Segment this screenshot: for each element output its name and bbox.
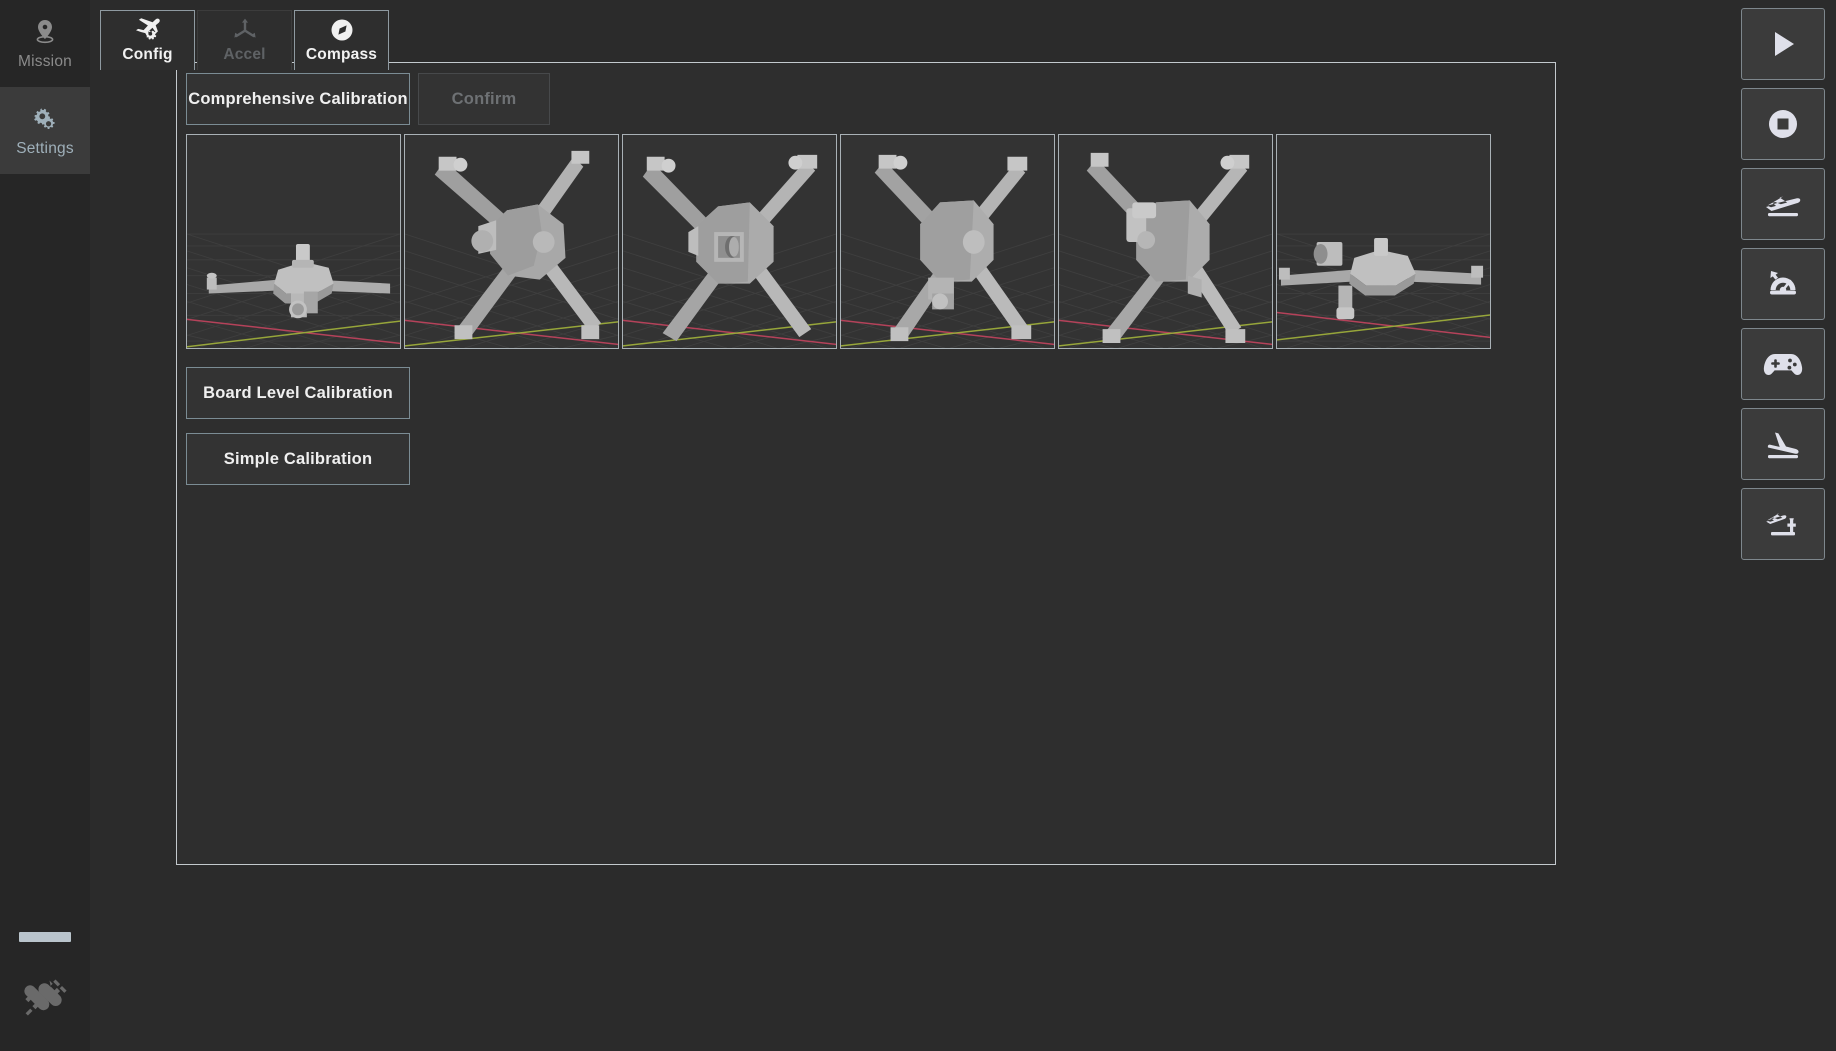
tab-config-label: Config (122, 46, 173, 63)
orientation-thumbnail-strip (186, 134, 1546, 349)
orientation-thumb-upside-down[interactable] (1276, 134, 1491, 349)
calibration-panel: Comprehensive Calibration Confirm Board … (176, 62, 1556, 865)
sidebar-item-mission-label: Mission (18, 52, 72, 70)
stop-button[interactable] (1741, 88, 1825, 160)
board-level-calibration-label: Board Level Calibration (203, 383, 393, 402)
compass-icon (329, 17, 355, 43)
plane-landing-icon (1763, 427, 1803, 461)
disconnected-plug-icon[interactable] (19, 972, 71, 1029)
simple-calibration-label: Simple Calibration (223, 449, 373, 468)
sidebar-item-mission[interactable]: Mission (0, 0, 90, 87)
nose-front-orientation-scene (623, 135, 836, 348)
left-side-orientation-scene (841, 135, 1054, 348)
comprehensive-calibration-button[interactable]: Comprehensive Calibration (186, 73, 410, 125)
sidebar-item-settings-label: Settings (16, 139, 74, 157)
board-level-calibration-button[interactable]: Board Level Calibration (186, 367, 410, 419)
left-sidebar: Mission Settings (0, 0, 90, 1051)
right-side-orientation-scene (1059, 135, 1272, 348)
connection-status-bar (19, 932, 71, 942)
plane-takeoff-icon (1763, 187, 1803, 221)
start-button[interactable] (1741, 8, 1825, 80)
right-toolbar (1730, 0, 1836, 1051)
sidebar-status-area (0, 932, 90, 1051)
tab-accel[interactable]: Accel (197, 10, 292, 70)
orientation-thumb-nose-down[interactable] (404, 134, 619, 349)
sidebar-item-settings[interactable]: Settings (0, 87, 90, 174)
stop-circle-icon (1766, 107, 1800, 141)
gamepad-icon (1763, 349, 1803, 379)
plane-gear-icon (133, 17, 163, 43)
tab-compass[interactable]: Compass (294, 10, 389, 70)
tab-config[interactable]: Config (100, 10, 195, 70)
control-tower-icon (1763, 506, 1803, 542)
speed-button[interactable] (1741, 248, 1825, 320)
comprehensive-calibration-label: Comprehensive Calibration (188, 89, 408, 108)
joystick-button[interactable] (1741, 328, 1825, 400)
lower-button-stack: Board Level Calibration Simple Calibrati… (186, 367, 1546, 485)
takeoff-button[interactable] (1741, 168, 1825, 240)
orientation-thumb-left-side[interactable] (840, 134, 1055, 349)
gears-icon (31, 104, 59, 134)
tab-accel-label: Accel (223, 46, 266, 63)
return-home-button[interactable] (1741, 488, 1825, 560)
app-root: Mission Settings Config Accel Compass Co… (0, 0, 1836, 1051)
simple-calibration-button[interactable]: Simple Calibration (186, 433, 410, 485)
gauge-icon (1764, 267, 1802, 301)
upside-down-orientation-scene (1277, 135, 1490, 348)
confirm-label: Confirm (451, 89, 517, 108)
main-content: Config Accel Compass Comprehensive Calib… (90, 0, 1730, 1051)
orientation-thumb-right-side[interactable] (1058, 134, 1273, 349)
land-button[interactable] (1741, 408, 1825, 480)
orientation-thumb-nose-front[interactable] (622, 134, 837, 349)
orientation-thumb-level[interactable] (186, 134, 401, 349)
level-orientation-scene (187, 135, 400, 348)
tab-compass-label: Compass (305, 46, 378, 63)
play-icon (1766, 27, 1800, 61)
nose-down-orientation-scene (405, 135, 618, 348)
three-axis-icon (231, 17, 259, 43)
confirm-button[interactable]: Confirm (418, 73, 550, 125)
tab-strip: Config Accel Compass (100, 6, 1730, 70)
map-pin-icon (32, 17, 58, 47)
top-button-row: Comprehensive Calibration Confirm (186, 73, 1546, 125)
